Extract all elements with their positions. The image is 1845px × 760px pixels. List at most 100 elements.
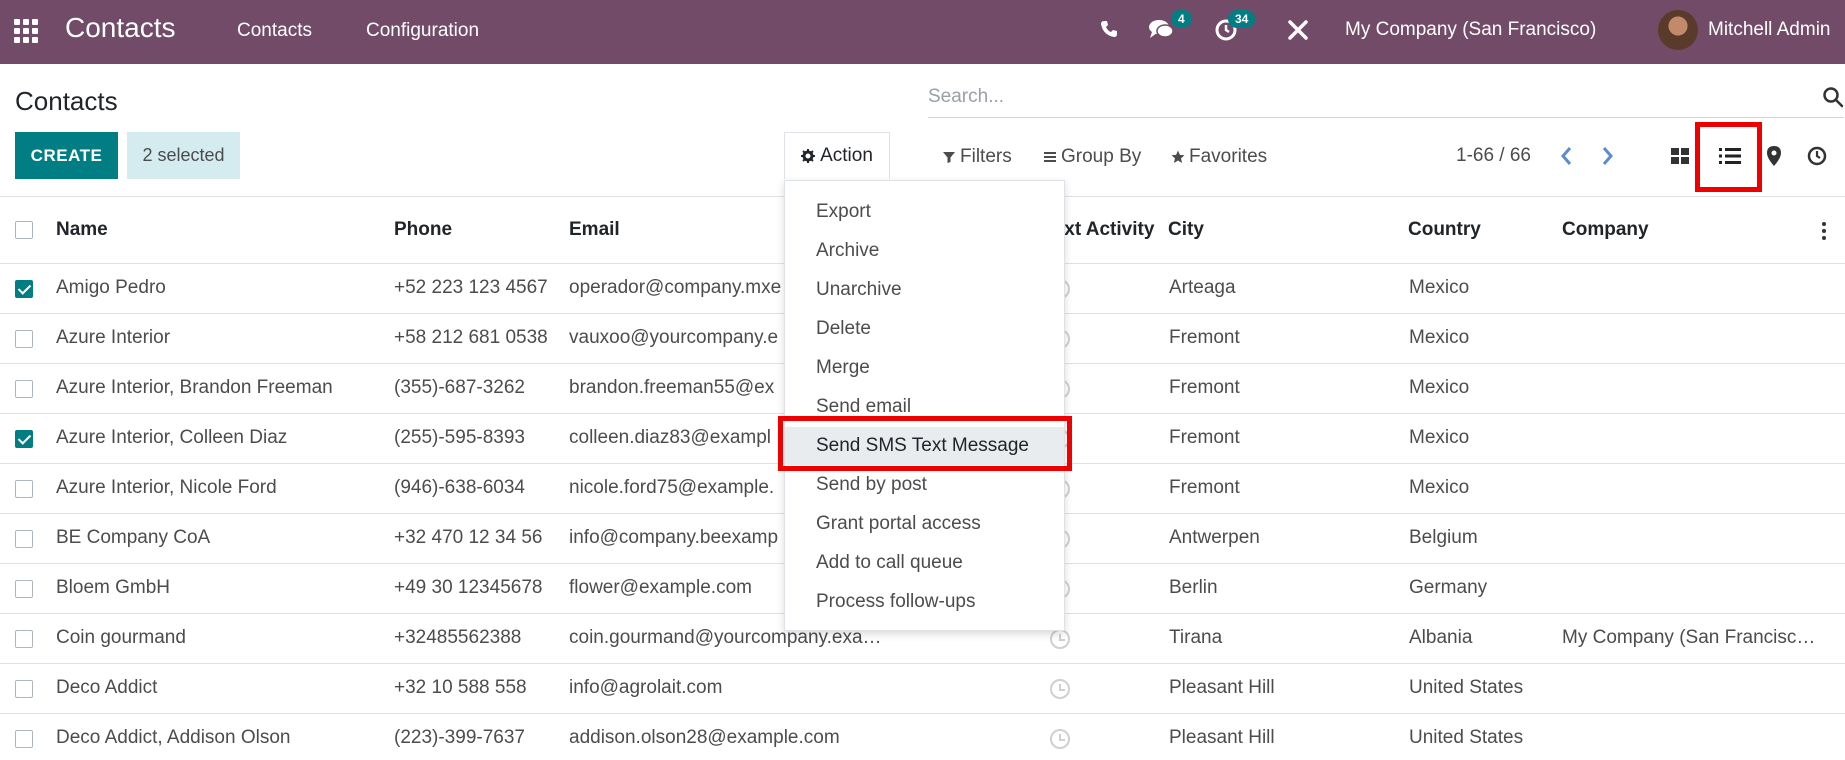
column-city[interactable]: City (1168, 219, 1204, 241)
messages-icon[interactable] (1148, 17, 1174, 46)
menu-item-unarchive[interactable]: Unarchive (785, 271, 1064, 309)
groupby-label: Group By (1061, 146, 1142, 167)
table-row[interactable]: Deco Addict +32 10 588 558 info@agrolait… (0, 664, 1845, 714)
cell-name: Bloem GmbH (56, 577, 171, 598)
menu-item-send-by-post[interactable]: Send by post (785, 466, 1064, 504)
cell-city: Fremont (1169, 327, 1240, 348)
page-title: Contacts (15, 86, 118, 116)
cell-name: Coin gourmand (56, 627, 186, 648)
cell-phone: (255)-595-8393 (394, 427, 525, 448)
user-menu[interactable]: Mitchell Admin (1708, 19, 1831, 41)
menu-item-delete[interactable]: Delete (785, 310, 1064, 348)
search-icon[interactable] (1822, 86, 1844, 113)
cell-city: Fremont (1169, 477, 1240, 498)
row-checkbox[interactable] (15, 380, 33, 398)
cell-country: Mexico (1409, 477, 1470, 498)
select-all-checkbox[interactable] (15, 221, 33, 239)
menu-item-send-sms[interactable]: Send SMS Text Message (785, 427, 1064, 465)
menu-item-merge[interactable]: Merge (785, 349, 1064, 387)
cell-phone: +49 30 12345678 (394, 577, 543, 598)
menu-contacts[interactable]: Contacts (237, 20, 312, 42)
row-checkbox[interactable] (15, 680, 33, 698)
filter-icon (942, 150, 956, 164)
chevron-left-icon[interactable] (1559, 145, 1573, 172)
company-switcher[interactable]: My Company (San Francisco) (1345, 19, 1596, 41)
selected-count: 2 selected (127, 132, 240, 179)
row-checkbox[interactable] (15, 630, 33, 648)
menu-item-export[interactable]: Export (785, 193, 1064, 231)
cell-name: Deco Addict, Addison Olson (56, 727, 291, 748)
phone-icon[interactable] (1099, 19, 1119, 44)
cell-city: Arteaga (1169, 277, 1236, 298)
kanban-view-icon[interactable] (1671, 148, 1689, 169)
groupby-button[interactable]: Group By (1043, 146, 1141, 168)
row-checkbox[interactable] (15, 280, 33, 298)
cell-city: Pleasant Hill (1169, 677, 1275, 698)
column-phone[interactable]: Phone (394, 219, 452, 241)
row-checkbox[interactable] (15, 330, 33, 348)
cell-country: Belgium (1409, 527, 1478, 548)
cell-company: My Company (San Francisc… (1562, 627, 1816, 648)
activity-clock-icon[interactable] (1050, 629, 1070, 649)
column-name[interactable]: Name (56, 219, 108, 241)
cell-phone: +32485562388 (394, 627, 522, 648)
row-checkbox[interactable] (15, 480, 33, 498)
apps-menu-icon[interactable] (14, 19, 40, 43)
user-avatar[interactable] (1658, 10, 1698, 50)
menu-item-add-to-call-queue[interactable]: Add to call queue (785, 544, 1064, 582)
cell-country: Albania (1409, 627, 1473, 648)
star-icon (1171, 150, 1185, 164)
cell-phone: +32 10 588 558 (394, 677, 527, 698)
chevron-right-icon[interactable] (1601, 145, 1615, 172)
map-pin-icon[interactable] (1767, 146, 1781, 171)
cell-country: United States (1409, 677, 1524, 698)
cell-email: addison.olson28@example.com (569, 727, 840, 748)
cell-country: Mexico (1409, 277, 1470, 298)
action-label: Action (820, 145, 873, 166)
create-button[interactable]: CREATE (15, 132, 118, 179)
table-row[interactable]: Deco Addict, Addison Olson (223)-399-763… (0, 714, 1845, 760)
messages-badge: 4 (1171, 10, 1192, 28)
cell-name: Azure Interior, Colleen Diaz (56, 427, 288, 448)
menu-item-process-follow-ups[interactable]: Process follow-ups (785, 583, 1064, 621)
menu-item-archive[interactable]: Archive (785, 232, 1064, 270)
filters-button[interactable]: Filters (942, 146, 1012, 168)
row-checkbox[interactable] (15, 430, 33, 448)
activities-badge: 34 (1228, 10, 1256, 28)
cell-country: Mexico (1409, 377, 1470, 398)
cell-phone: (355)-687-3262 (394, 377, 525, 398)
cell-city: Pleasant Hill (1169, 727, 1275, 748)
cell-country: United States (1409, 727, 1524, 748)
row-checkbox[interactable] (15, 530, 33, 548)
cell-phone: (223)-399-7637 (394, 727, 525, 748)
cell-name: Azure Interior, Brandon Freeman (56, 377, 333, 398)
cell-phone: +32 470 12 34 56 (394, 527, 543, 548)
favorites-label: Favorites (1189, 146, 1268, 167)
tools-icon[interactable] (1287, 19, 1309, 46)
cell-phone: +52 223 123 4567 (394, 277, 548, 298)
menu-configuration[interactable]: Configuration (366, 20, 479, 42)
cell-country: Mexico (1409, 427, 1470, 448)
column-company[interactable]: Company (1562, 219, 1649, 241)
menu-item-send-email[interactable]: Send email (785, 388, 1064, 426)
column-country[interactable]: Country (1408, 219, 1481, 241)
top-navbar: Contacts Contacts Configuration 4 34 My … (0, 0, 1845, 64)
cell-name: Azure Interior (56, 327, 171, 348)
row-checkbox[interactable] (15, 580, 33, 598)
activity-view-icon[interactable] (1807, 146, 1827, 171)
list-view-icon[interactable] (1719, 147, 1741, 170)
filters-label: Filters (960, 146, 1012, 167)
pager-value[interactable]: 1-66 / 66 (1456, 145, 1531, 167)
cell-city: Fremont (1169, 427, 1240, 448)
activity-clock-icon[interactable] (1050, 679, 1070, 699)
column-email[interactable]: Email (569, 219, 620, 241)
menu-item-grant-portal-access[interactable]: Grant portal access (785, 505, 1064, 543)
action-button[interactable]: Action (784, 132, 890, 179)
activity-clock-icon[interactable] (1050, 729, 1070, 749)
cell-country: Mexico (1409, 327, 1470, 348)
favorites-button[interactable]: Favorites (1171, 146, 1267, 168)
row-checkbox[interactable] (15, 730, 33, 748)
action-dropdown-menu: Export Archive Unarchive Delete Merge Se… (784, 180, 1065, 631)
search-input[interactable] (928, 82, 1808, 112)
optional-columns-icon[interactable] (1822, 222, 1826, 245)
